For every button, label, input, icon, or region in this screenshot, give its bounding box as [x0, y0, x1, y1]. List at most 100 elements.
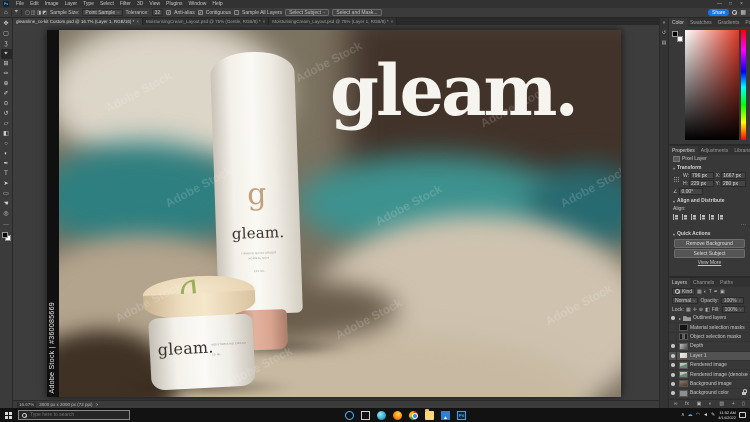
remove-background-button[interactable]: Remove Background	[674, 239, 745, 248]
tolerance-input[interactable]: 32	[151, 9, 164, 16]
layer-row-background-image[interactable]: Background image	[669, 379, 750, 390]
eraser-tool[interactable]: ▱	[1, 119, 12, 129]
menu-view[interactable]: View	[146, 1, 163, 7]
menu-edit[interactable]: Edit	[27, 1, 42, 7]
filter-type-icon[interactable]: T	[709, 289, 712, 295]
select-subject-button[interactable]: Select Subject ˅	[285, 9, 330, 16]
delete-layer-icon[interactable]: ▯	[742, 401, 745, 407]
close-tab-icon[interactable]: ×	[136, 19, 139, 24]
foreground-color-swatch[interactable]	[672, 31, 678, 37]
layer-row-material-selection-masks[interactable]: Material selection masks	[669, 323, 750, 333]
pen-tool[interactable]: ✒	[1, 159, 12, 169]
align-right-icon[interactable]	[691, 214, 697, 220]
tab-patterns[interactable]: Patterns	[742, 18, 750, 27]
visibility-toggle[interactable]	[669, 342, 677, 351]
foreground-color-swatch[interactable]	[1, 232, 8, 238]
task-view-icon[interactable]	[361, 410, 370, 420]
more-options-icon[interactable]: ···	[741, 222, 746, 228]
group-caret-icon[interactable]: ▸	[679, 316, 681, 321]
share-button[interactable]: Share	[707, 9, 730, 16]
menu-3d[interactable]: 3D	[134, 1, 146, 7]
taskbar-clock[interactable]: 11:52 AM 4/14/2022	[718, 410, 736, 420]
clone-stamp-tool[interactable]: ⊙	[1, 99, 12, 109]
taskbar-search[interactable]	[18, 410, 130, 420]
document-tab-1[interactable]: gleamline_co-kit Custom.psd @ 16.7% (Lay…	[13, 18, 144, 25]
hand-tool[interactable]: ☚	[1, 199, 12, 209]
x-input[interactable]: 1667 px	[721, 172, 746, 179]
y-input[interactable]: 280 px	[720, 180, 746, 187]
visibility-toggle[interactable]	[669, 389, 677, 398]
volume-icon[interactable]: ◄	[703, 412, 708, 418]
width-input[interactable]: 796 px	[690, 172, 714, 179]
action-center-icon[interactable]	[739, 412, 746, 418]
close-tab-icon[interactable]: ×	[263, 19, 266, 24]
blend-mode-select[interactable]: Normal ˅	[672, 297, 699, 304]
active-tool-icon[interactable]: ⌖	[15, 9, 18, 16]
arrange-panel-icon[interactable]: ▤	[662, 40, 667, 46]
eyedropper-tool[interactable]: ✑	[1, 69, 12, 79]
height-input[interactable]: 229 px	[689, 180, 714, 187]
photos-icon[interactable]: ▲	[441, 410, 450, 420]
visibility-toggle[interactable]	[669, 323, 677, 332]
visibility-toggle[interactable]	[669, 332, 677, 342]
zoom-tool[interactable]: ◎	[1, 209, 12, 219]
filter-shape-icon[interactable]: ✒	[714, 289, 718, 295]
fill-input[interactable]: 100% ˅	[721, 306, 745, 313]
maximize-button[interactable]: □	[725, 0, 736, 8]
edit-toolbar-button[interactable]: …	[1, 219, 12, 229]
view-more-link[interactable]: View More	[669, 259, 750, 266]
sample-size-select[interactable]: Point Sample ˅	[82, 9, 123, 16]
layer-effects-icon[interactable]: fx	[685, 401, 689, 407]
filter-smart-object-icon[interactable]: ▣	[720, 289, 725, 295]
tab-properties[interactable]: Properties	[669, 146, 698, 155]
collapse-section-icon[interactable]: ▾	[673, 166, 675, 171]
menu-filter[interactable]: Filter	[117, 1, 134, 7]
layer-filter-select[interactable]: Kind	[672, 288, 696, 295]
path-selection-tool[interactable]: ➤	[1, 179, 12, 189]
type-tool[interactable]: T	[1, 169, 12, 179]
tab-libraries[interactable]: Libraries	[731, 146, 750, 155]
search-icon[interactable]	[732, 10, 738, 15]
tab-adjustments[interactable]: Adjustments	[698, 146, 732, 155]
marquee-tool[interactable]: ▢	[1, 29, 12, 39]
align-top-icon[interactable]	[700, 214, 706, 220]
history-brush-tool[interactable]: ↺	[1, 109, 12, 119]
intersect-selection-icon[interactable]: ◩	[42, 10, 47, 16]
layer-mask-icon[interactable]: ▣	[697, 401, 702, 407]
anti-alias-checkbox[interactable]: ✓	[166, 10, 172, 15]
home-icon[interactable]: ⌂	[4, 10, 8, 16]
select-subject-button[interactable]: Select Subject	[674, 249, 745, 258]
dodge-tool[interactable]: ◐	[1, 149, 12, 159]
link-layers-icon[interactable]: ∞	[674, 401, 678, 407]
chrome-icon[interactable]	[409, 410, 418, 420]
menu-file[interactable]: File	[13, 1, 27, 7]
visibility-toggle[interactable]	[669, 351, 677, 360]
subtract-selection-icon[interactable]: ◨	[36, 10, 41, 16]
edge-icon[interactable]	[377, 410, 386, 420]
blur-tool[interactable]: ○	[1, 139, 12, 149]
visibility-toggle[interactable]	[669, 379, 677, 389]
layer-row-outlined-layers[interactable]: ▸ Outlined layers	[669, 314, 750, 324]
object-selection-tool[interactable]: ⌖	[0, 49, 12, 59]
rotation-input[interactable]: 0.00°	[679, 188, 704, 195]
layer-row-rendered-image-denoised[interactable]: Rendered image (denoised)	[669, 370, 750, 380]
tab-layers[interactable]: Layers	[669, 278, 691, 287]
document-tab-3[interactable]: MoisturisingCream_Layout.psd @ 75% (Laye…	[269, 18, 398, 25]
search-input[interactable]	[30, 412, 120, 418]
layer-row-object-selection-masks[interactable]: Object selection masks	[669, 332, 750, 343]
new-selection-icon[interactable]: ▢	[25, 10, 30, 16]
crop-tool[interactable]: ⊞	[1, 59, 12, 69]
align-bottom-icon[interactable]	[718, 214, 724, 220]
collapse-section-icon[interactable]: ▾	[673, 232, 675, 237]
menu-image[interactable]: Image	[42, 1, 62, 7]
menu-type[interactable]: Type	[80, 1, 97, 7]
layer-row-background-color[interactable]: Background color	[669, 389, 750, 399]
start-button[interactable]	[2, 409, 15, 422]
firefox-icon[interactable]	[393, 410, 402, 420]
lock-artboard-icon[interactable]: ⊕	[699, 307, 703, 313]
select-and-mask-button[interactable]: Select and Mask...	[332, 9, 382, 16]
visibility-toggle[interactable]	[669, 370, 677, 379]
photoshop-taskbar-icon[interactable]: Ps	[457, 410, 466, 420]
tray-chevron-icon[interactable]: ∧	[681, 412, 685, 418]
file-explorer-icon[interactable]	[425, 409, 434, 420]
